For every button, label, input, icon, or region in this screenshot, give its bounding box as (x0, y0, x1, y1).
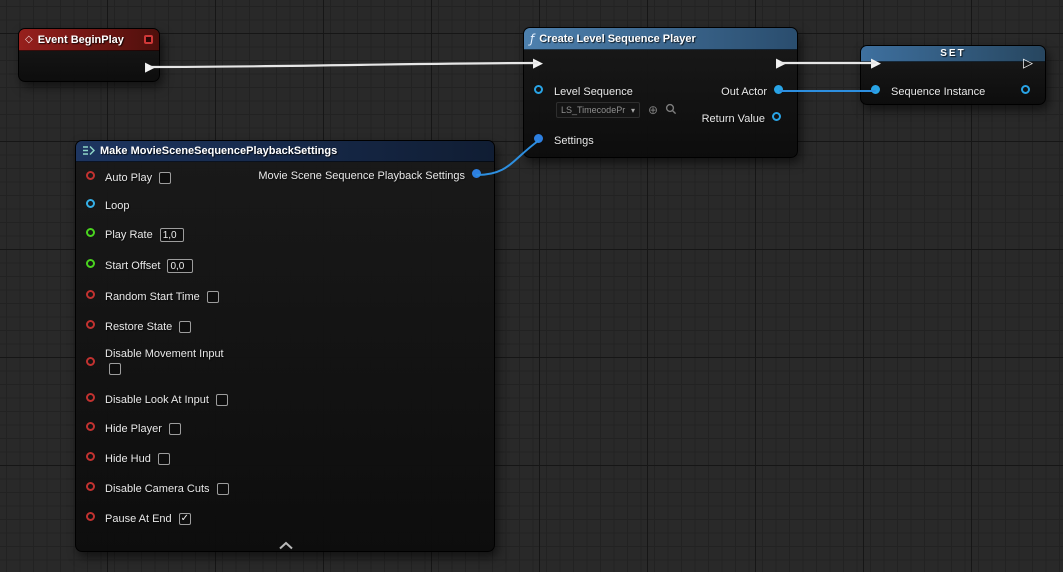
create-player-header[interactable]: ƒ Create Level Sequence Player (524, 28, 797, 50)
playback-settings-output-pin[interactable] (472, 169, 481, 178)
auto-play-label: Auto Play (105, 172, 152, 184)
exec-out-pin[interactable]: ▶ (776, 57, 786, 70)
sequence-instance-label: Sequence Instance (891, 85, 985, 99)
make-struct-icon (82, 143, 95, 159)
node-title: Make MovieSceneSequencePlaybackSettings (100, 145, 337, 157)
pause-at-end-row: Pause At End (105, 511, 191, 527)
sequence-instance-in-pin[interactable] (871, 85, 880, 94)
disable-camera-cuts-row: Disable Camera Cuts (105, 481, 229, 497)
disable-look-at-input-label: Disable Look At Input (105, 394, 209, 406)
delegate-pin[interactable] (144, 35, 153, 44)
start-offset-label: Start Offset (105, 260, 160, 272)
exec-in-pin[interactable]: ▶ (533, 57, 543, 70)
disable-movement-input-label: Disable Movement Input (105, 347, 224, 361)
pause-at-end-label: Pause At End (105, 513, 172, 525)
hide-hud-checkbox[interactable] (158, 453, 170, 465)
random-start-time-checkbox[interactable] (207, 291, 219, 303)
out-actor-pin[interactable] (774, 85, 783, 94)
disable-camera-cuts-pin[interactable] (86, 482, 95, 491)
make-settings-header[interactable]: Make MovieSceneSequencePlaybackSettings (76, 141, 494, 162)
disable-movement-input-checkbox[interactable] (109, 363, 121, 375)
node-title: SET (940, 48, 965, 59)
restore-state-label: Restore State (105, 321, 172, 333)
loop-row: Loop (105, 198, 129, 214)
playback-settings-output-label: Movie Scene Sequence Playback Settings (258, 169, 465, 183)
blueprint-graph[interactable]: ◇ Event BeginPlay ▶ ƒ Create Level Seque… (0, 0, 1063, 572)
sequence-instance-out-pin[interactable] (1021, 85, 1030, 94)
start-offset-input[interactable] (167, 259, 193, 273)
asset-dropdown[interactable]: LS_TimecodePr ▾ (556, 102, 640, 118)
node-make-playback-settings[interactable]: Make MovieSceneSequencePlaybackSettings … (75, 140, 495, 552)
browse-asset-icon[interactable] (664, 103, 678, 117)
disable-look-at-input-pin[interactable] (86, 393, 95, 402)
loop-label: Loop (105, 200, 129, 212)
restore-state-checkbox[interactable] (179, 321, 191, 333)
return-value-label: Return Value (702, 112, 765, 126)
settings-pin[interactable] (534, 134, 543, 143)
node-set-sequence-instance[interactable]: SET ▶ ▷ Sequence Instance (860, 45, 1046, 105)
pause-at-end-pin[interactable] (86, 512, 95, 521)
return-value-pin[interactable] (772, 112, 781, 121)
random-start-time-pin[interactable] (86, 290, 95, 299)
set-header[interactable]: SET (861, 46, 1045, 62)
disable-camera-cuts-label: Disable Camera Cuts (105, 483, 210, 495)
hide-player-pin[interactable] (86, 422, 95, 431)
level-sequence-pin[interactable] (534, 85, 543, 94)
random-start-time-row: Random Start Time (105, 289, 219, 305)
exec-in-pin[interactable]: ▶ (871, 57, 881, 70)
function-icon: ƒ (530, 33, 534, 45)
exec-out-pin[interactable]: ▷ (1023, 57, 1033, 70)
magnifier-icon (665, 103, 677, 115)
auto-play-row: Auto Play (105, 170, 171, 186)
node-title: Create Level Sequence Player (539, 33, 696, 45)
event-icon: ◇ (25, 35, 33, 45)
disable-movement-input-pin[interactable] (86, 357, 95, 366)
exec-out-pin[interactable]: ▶ (145, 61, 155, 74)
collapse-chevron-icon[interactable] (278, 537, 294, 555)
hide-hud-pin[interactable] (86, 452, 95, 461)
node-event-beginplay[interactable]: ◇ Event BeginPlay ▶ (18, 28, 160, 82)
start-offset-pin[interactable] (86, 259, 95, 268)
restore-state-row: Restore State (105, 319, 191, 335)
hide-player-label: Hide Player (105, 423, 162, 435)
out-actor-label: Out Actor (721, 85, 767, 99)
node-create-level-sequence-player[interactable]: ƒ Create Level Sequence Player ▶ ▶ Level… (523, 27, 798, 158)
start-offset-row: Start Offset (105, 258, 193, 274)
hide-player-row: Hide Player (105, 421, 181, 437)
loop-pin[interactable] (86, 199, 95, 208)
restore-state-pin[interactable] (86, 320, 95, 329)
asset-dropdown-value: LS_TimecodePr (561, 105, 625, 115)
play-rate-pin[interactable] (86, 228, 95, 237)
disable-look-at-input-checkbox[interactable] (216, 394, 228, 406)
hide-player-checkbox[interactable] (169, 423, 181, 435)
settings-label: Settings (554, 134, 594, 148)
play-rate-input[interactable] (160, 228, 184, 242)
node-title: Event BeginPlay (38, 34, 124, 46)
hide-hud-row: Hide Hud (105, 451, 170, 467)
wire-beginplay-to-create (151, 63, 537, 67)
event-beginplay-header[interactable]: ◇ Event BeginPlay (19, 29, 159, 51)
pause-at-end-checkbox[interactable] (179, 513, 191, 525)
use-selected-asset-icon[interactable]: ⊕ (646, 103, 660, 117)
random-start-time-label: Random Start Time (105, 291, 200, 303)
hide-hud-label: Hide Hud (105, 453, 151, 465)
chevron-down-icon: ▾ (631, 106, 635, 115)
disable-look-at-input-row: Disable Look At Input (105, 392, 228, 408)
disable-camera-cuts-checkbox[interactable] (217, 483, 229, 495)
level-sequence-label: Level Sequence (554, 85, 633, 99)
play-rate-label: Play Rate (105, 229, 153, 241)
play-rate-row: Play Rate (105, 227, 184, 243)
auto-play-pin[interactable] (86, 171, 95, 180)
auto-play-checkbox[interactable] (159, 172, 171, 184)
